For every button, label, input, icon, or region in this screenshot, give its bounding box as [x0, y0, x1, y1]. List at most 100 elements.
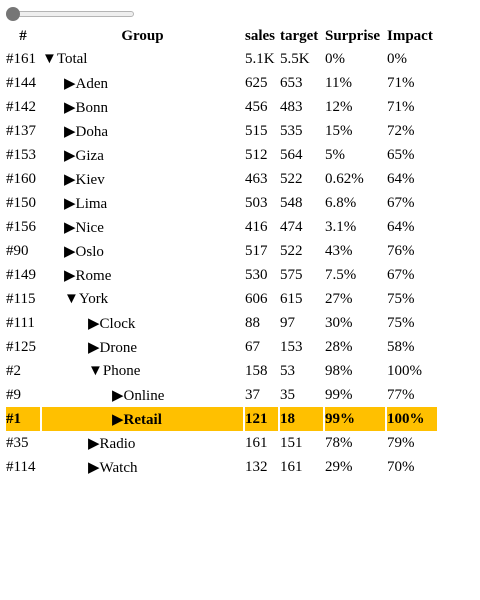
expand-right-icon[interactable]: ▶: [64, 122, 76, 141]
group-label[interactable]: Online: [124, 388, 165, 404]
group-label[interactable]: Retail: [124, 412, 162, 428]
group-label[interactable]: Total: [57, 51, 88, 67]
surprise-value: 12%: [325, 98, 353, 115]
group-label[interactable]: Radio: [100, 436, 136, 452]
expand-right-icon[interactable]: ▶: [64, 194, 76, 213]
expand-right-icon[interactable]: ▶: [88, 314, 100, 333]
sales-value: 121: [245, 407, 278, 431]
group-label[interactable]: Giza: [76, 148, 104, 164]
table-row[interactable]: #1 ▶Retail 121 18 99% 100%: [6, 407, 437, 431]
group-label[interactable]: Lima: [76, 196, 108, 212]
table-row[interactable]: #114 ▶Watch 132 161 29% 70%: [6, 455, 437, 479]
impact-value: 72%: [387, 122, 415, 139]
expand-right-icon[interactable]: ▶: [64, 170, 76, 189]
target-value: 653: [280, 74, 303, 91]
group-cell: ▶Kiev: [42, 167, 243, 191]
table-row[interactable]: #161 ▼Total 5.1K 5.5K 0% 0%: [6, 47, 437, 71]
sales-value: 132: [245, 458, 268, 475]
table-row[interactable]: #2 ▼Phone 158 53 98% 100%: [6, 359, 437, 383]
group-cell: ▼Total: [42, 47, 243, 71]
group-cell: ▶Oslo: [42, 239, 243, 263]
level-slider[interactable]: [6, 7, 134, 21]
table-row[interactable]: #9 ▶Online 37 35 99% 77%: [6, 383, 437, 407]
group-label[interactable]: Bonn: [76, 100, 109, 116]
col-header-sales[interactable]: sales: [245, 26, 278, 47]
expand-right-icon[interactable]: ▶: [64, 266, 76, 285]
expand-right-icon[interactable]: ▶: [88, 338, 100, 357]
table-row[interactable]: #90 ▶Oslo 517 522 43% 76%: [6, 239, 437, 263]
impact-value: 64%: [387, 218, 415, 235]
slider-track[interactable]: [6, 11, 134, 17]
header-row: # Group sales target Surprise Impact: [6, 26, 437, 47]
group-cell: ▶Nice: [42, 215, 243, 239]
expand-right-icon[interactable]: ▶: [64, 146, 76, 165]
row-id: #125: [6, 338, 36, 355]
table-row[interactable]: #35 ▶Radio 161 151 78% 79%: [6, 431, 437, 455]
group-label[interactable]: Oslo: [76, 244, 104, 260]
col-header-group[interactable]: Group: [42, 26, 243, 47]
target-value: 615: [280, 290, 303, 307]
group-cell: ▶Aden: [42, 71, 243, 95]
sales-value: 416: [245, 218, 268, 235]
table-row[interactable]: #153 ▶Giza 512 564 5% 65%: [6, 143, 437, 167]
row-id: #111: [6, 314, 35, 331]
table-row[interactable]: #149 ▶Rome 530 575 7.5% 67%: [6, 263, 437, 287]
row-id: #9: [6, 386, 21, 403]
expand-down-icon[interactable]: ▼: [64, 291, 79, 308]
table-row[interactable]: #156 ▶Nice 416 474 3.1% 64%: [6, 215, 437, 239]
row-id: #2: [6, 362, 21, 379]
expand-right-icon[interactable]: ▶: [64, 98, 76, 117]
group-label[interactable]: Aden: [76, 76, 109, 92]
target-value: 483: [280, 98, 303, 115]
expand-right-icon[interactable]: ▶: [88, 434, 100, 453]
target-value: 97: [280, 314, 295, 331]
surprise-value: 6.8%: [325, 194, 357, 211]
slider-thumb[interactable]: [6, 7, 20, 21]
table-row[interactable]: #144 ▶Aden 625 653 11% 71%: [6, 71, 437, 95]
row-id: #144: [6, 74, 36, 91]
surprise-value: 99%: [325, 407, 385, 431]
expand-right-icon[interactable]: ▶: [64, 242, 76, 261]
expand-right-icon[interactable]: ▶: [112, 410, 124, 429]
impact-value: 0%: [387, 50, 407, 67]
impact-value: 58%: [387, 338, 415, 355]
group-label[interactable]: Clock: [100, 316, 136, 332]
table-row[interactable]: #160 ▶Kiev 463 522 0.62% 64%: [6, 167, 437, 191]
table-row[interactable]: #115 ▼York 606 615 27% 75%: [6, 287, 437, 311]
col-header-target[interactable]: target: [280, 26, 323, 47]
table-row[interactable]: #111 ▶Clock 88 97 30% 75%: [6, 311, 437, 335]
expand-right-icon[interactable]: ▶: [64, 74, 76, 93]
target-value: 53: [280, 362, 295, 379]
row-id: #156: [6, 218, 36, 235]
sales-value: 158: [245, 362, 268, 379]
table-row[interactable]: #142 ▶Bonn 456 483 12% 71%: [6, 95, 437, 119]
expand-right-icon[interactable]: ▶: [64, 218, 76, 237]
group-label[interactable]: Rome: [76, 268, 112, 284]
col-header-impact[interactable]: Impact: [387, 26, 437, 47]
group-label[interactable]: Watch: [100, 460, 138, 476]
sales-value: 517: [245, 242, 268, 259]
group-label[interactable]: Kiev: [76, 172, 105, 188]
expand-right-icon[interactable]: ▶: [88, 458, 100, 477]
sales-value: 37: [245, 386, 260, 403]
impact-value: 79%: [387, 434, 415, 451]
table-row[interactable]: #150 ▶Lima 503 548 6.8% 67%: [6, 191, 437, 215]
table-row[interactable]: #125 ▶Drone 67 153 28% 58%: [6, 335, 437, 359]
group-label[interactable]: Phone: [103, 363, 141, 379]
surprise-value: 43%: [325, 242, 353, 259]
col-header-id[interactable]: #: [6, 26, 40, 47]
surprise-value: 7.5%: [325, 266, 357, 283]
group-label[interactable]: Nice: [76, 220, 104, 236]
group-cell: ▶Rome: [42, 263, 243, 287]
impact-value: 76%: [387, 242, 415, 259]
expand-down-icon[interactable]: ▼: [88, 363, 103, 380]
col-header-surprise[interactable]: Surprise: [325, 26, 385, 47]
table-row[interactable]: #137 ▶Doha 515 535 15% 72%: [6, 119, 437, 143]
expand-down-icon[interactable]: ▼: [42, 51, 57, 68]
group-label[interactable]: Drone: [100, 340, 138, 356]
group-label[interactable]: Doha: [76, 124, 109, 140]
surprise-value: 99%: [325, 386, 353, 403]
impact-value: 77%: [387, 386, 415, 403]
expand-right-icon[interactable]: ▶: [112, 386, 124, 405]
group-label[interactable]: York: [79, 291, 108, 307]
